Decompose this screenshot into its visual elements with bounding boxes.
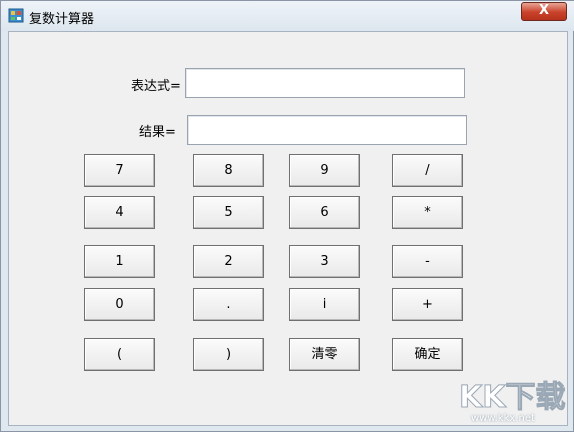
close-button[interactable]: X [521, 2, 567, 21]
divide-button[interactable]: / [392, 154, 463, 187]
confirm-button[interactable]: 确定 [392, 338, 463, 371]
key-5-button[interactable]: 5 [193, 196, 264, 229]
watermark-url: www.kkx.net [471, 413, 535, 424]
key-2-button[interactable]: 2 [193, 245, 264, 278]
key-6-button[interactable]: 6 [289, 196, 360, 229]
result-label: 结果= [139, 125, 176, 140]
kk-watermark-logo: KK下载 [459, 380, 566, 416]
key-4-button[interactable]: 4 [84, 196, 155, 229]
calculator-window: 复数计算器 X 表达式= 结果= 7 8 9 / 4 5 6 * 1 2 3 -… [0, 0, 574, 432]
result-field[interactable] [187, 115, 467, 145]
close-icon: X [538, 3, 550, 18]
add-button[interactable]: + [392, 288, 463, 321]
watermark-logo-text: KK下载 [459, 380, 566, 415]
expression-label: 表达式= [131, 79, 181, 94]
key-0-button[interactable]: 0 [84, 288, 155, 321]
title-bar[interactable]: 复数计算器 X [1, 1, 574, 31]
key-3-button[interactable]: 3 [289, 245, 360, 278]
subtract-button[interactable]: - [392, 245, 463, 278]
window-title: 复数计算器 [29, 12, 95, 27]
clear-button[interactable]: 清零 [289, 338, 360, 371]
key-9-button[interactable]: 9 [289, 154, 360, 187]
multiply-button[interactable]: * [392, 196, 463, 229]
key-1-button[interactable]: 1 [84, 245, 155, 278]
key-8-button[interactable]: 8 [193, 154, 264, 187]
close-paren-button[interactable]: ) [193, 338, 264, 371]
decimal-point-button[interactable]: . [193, 288, 264, 321]
key-7-button[interactable]: 7 [84, 154, 155, 187]
open-paren-button[interactable]: ( [84, 338, 155, 371]
imaginary-unit-button[interactable]: i [289, 288, 360, 321]
expression-input[interactable] [185, 68, 465, 98]
app-icon [8, 7, 24, 23]
